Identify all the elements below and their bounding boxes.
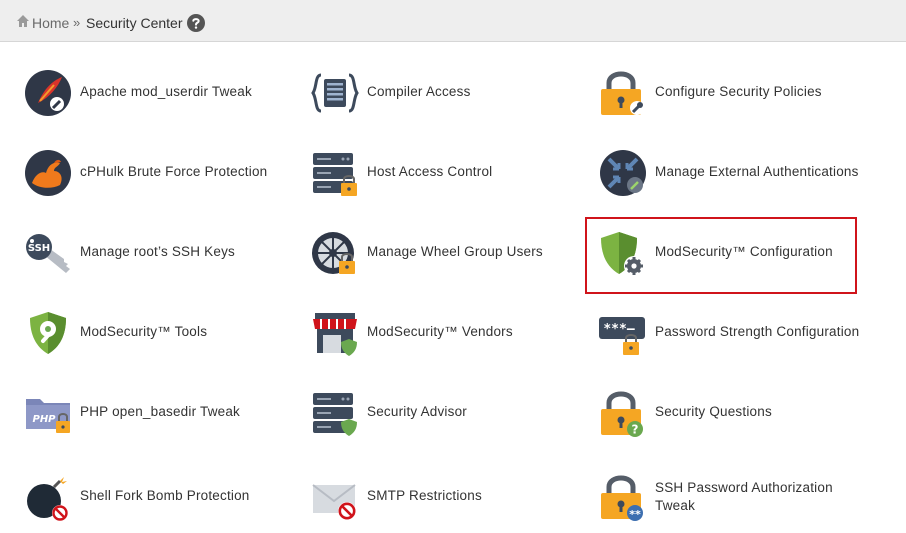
- tool-label: Manage Wheel Group Users: [367, 244, 543, 259]
- ssh-key-icon: SSH: [26, 234, 70, 273]
- storefront-shield-icon: [313, 313, 357, 356]
- feather-wrench-icon: [25, 70, 71, 116]
- tool-label: SMTP Restrictions: [367, 488, 482, 503]
- breadcrumb-home-link[interactable]: Home: [32, 15, 69, 31]
- tool-modsecurity-vendors[interactable]: ModSecurity™ Vendors: [311, 303, 571, 363]
- svg-text:**: **: [629, 508, 641, 521]
- help-icon[interactable]: [187, 14, 205, 32]
- tool-modsecurity-tools[interactable]: ModSecurity™ Tools: [24, 303, 284, 363]
- wheel-lock-icon: [312, 232, 355, 274]
- tool-label: Apache mod_userdir Tweak: [80, 84, 252, 99]
- padlock-question-icon: ?: [601, 391, 643, 437]
- svg-text:SSH: SSH: [28, 243, 50, 254]
- tool-label: Compiler Access: [367, 84, 471, 99]
- tool-label: ModSecurity™ Configuration: [655, 244, 833, 259]
- tool-security-advisor[interactable]: Security Advisor: [311, 383, 571, 443]
- tool-php-open-basedir-tweak[interactable]: PHP PHP open_basedir Tweak: [24, 383, 284, 443]
- page-title: Security Center: [86, 15, 183, 31]
- code-braces-icon: [311, 73, 359, 113]
- tool-compiler-access[interactable]: Compiler Access: [311, 63, 571, 123]
- tool-manage-root-ssh-keys[interactable]: SSH Manage root’s SSH Keys: [24, 223, 284, 283]
- password-lock-icon: ***–: [599, 317, 645, 355]
- tool-password-strength-configuration[interactable]: ***– Password Strength Configuration: [599, 303, 889, 363]
- tool-label: Security Advisor: [367, 404, 467, 419]
- tool-cphulk-brute-force-protection[interactable]: cPHulk Brute Force Protection: [24, 143, 284, 203]
- shield-gear-icon: [601, 232, 644, 276]
- home-icon[interactable]: [16, 14, 30, 28]
- tool-shell-fork-bomb-protection[interactable]: Shell Fork Bomb Protection: [24, 467, 284, 527]
- tool-label: ModSecurity™ Tools: [80, 324, 208, 339]
- tool-label: Configure Security Policies: [655, 84, 822, 99]
- tool-label: PHP open_basedir Tweak: [80, 404, 241, 419]
- breadcrumb: Home » Security Center: [0, 0, 906, 42]
- tool-smtp-restrictions[interactable]: SMTP Restrictions: [311, 467, 571, 527]
- breadcrumb-separator: »: [73, 15, 81, 30]
- tool-label: Security Questions: [655, 404, 772, 419]
- tool-label: ModSecurity™ Vendors: [367, 324, 513, 339]
- padlock-wrench-icon: [601, 71, 644, 115]
- tool-label: Manage External Authentications: [655, 164, 859, 179]
- svg-text:?: ?: [632, 423, 639, 437]
- flexed-arm-icon: [25, 150, 71, 196]
- tool-label: Password Strength Configuration: [655, 324, 860, 339]
- tool-label: cPHulk Brute Force Protection: [80, 164, 268, 179]
- tool-label: SSH Password Authorization Tweak: [655, 480, 833, 513]
- tool-manage-external-authentications[interactable]: Manage External Authentications: [599, 143, 889, 203]
- external-auth-icon: [600, 150, 646, 196]
- bomb-prohibited-icon: [27, 477, 68, 521]
- tool-apache-mod-userdir-tweak[interactable]: Apache mod_userdir Tweak: [24, 63, 284, 123]
- shield-wrench-icon: [30, 312, 66, 354]
- tool-label: Host Access Control: [367, 164, 493, 179]
- tool-security-questions[interactable]: ? Security Questions: [599, 383, 879, 443]
- tool-configure-security-policies[interactable]: Configure Security Policies: [599, 63, 879, 123]
- tool-host-access-control[interactable]: Host Access Control: [311, 143, 571, 203]
- tool-ssh-password-authorization-tweak[interactable]: ** SSH Password Authorization Tweak: [599, 467, 879, 527]
- server-lock-icon: [313, 153, 357, 196]
- php-folder-lock-icon: PHP: [26, 399, 70, 433]
- padlock-password-icon: **: [601, 475, 643, 521]
- server-shield-icon: [313, 393, 357, 436]
- tool-modsecurity-configuration[interactable]: ModSecurity™ Configuration: [599, 223, 849, 283]
- tool-label: Shell Fork Bomb Protection: [80, 488, 250, 503]
- tool-manage-wheel-group-users[interactable]: Manage Wheel Group Users: [311, 223, 571, 283]
- envelope-prohibited-icon: [312, 484, 356, 520]
- svg-text:PHP: PHP: [32, 414, 56, 425]
- tool-label: Manage root’s SSH Keys: [80, 244, 235, 259]
